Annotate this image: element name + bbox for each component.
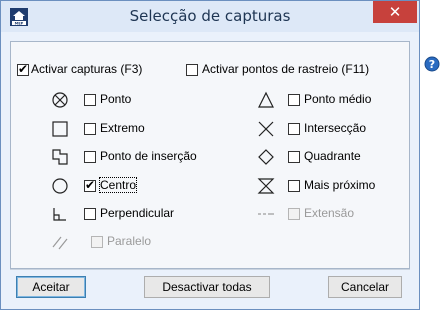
insertion-icon: [52, 149, 68, 165]
snap-endpoint-label[interactable]: Extremo: [100, 121, 145, 135]
snap-quadrant-label[interactable]: Quadrante: [304, 149, 361, 163]
snap-endpoint-checkbox[interactable]: [84, 123, 96, 135]
svg-text:?: ?: [429, 58, 435, 71]
snap-center-checkbox[interactable]: ✔: [84, 178, 96, 192]
close-button[interactable]: ✕: [373, 1, 417, 23]
snap-midpoint-label[interactable]: Ponto médio: [304, 92, 371, 106]
snap-extension-checkbox: [288, 208, 300, 220]
check-mark-icon: ✔: [18, 62, 29, 76]
button-bar: Aceitar Desactivar todas Cancelar: [10, 269, 410, 302]
parallel-icon: [52, 236, 68, 250]
midpoint-icon: [258, 91, 274, 108]
snap-point-checkbox[interactable]: [84, 94, 96, 106]
snap-intersection-label[interactable]: Intersecção: [304, 121, 366, 135]
snap-perpendicular-label[interactable]: Perpendicular: [100, 206, 174, 220]
title-bar[interactable]: MEP Selecção de capturas ✕: [1, 1, 419, 32]
endpoint-icon: [52, 121, 68, 137]
snap-parallel-label: Paralelo: [107, 234, 152, 248]
snap-nearest-label[interactable]: Mais próximo: [304, 178, 375, 192]
snap-extension-label: Extensão: [304, 206, 355, 220]
enable-tracking-label[interactable]: Activar pontos de rastreio (F11): [202, 62, 369, 76]
snap-nearest-checkbox[interactable]: [288, 180, 300, 192]
cancel-button[interactable]: Cancelar: [328, 276, 402, 298]
snap-center-label[interactable]: Centro: [98, 177, 138, 193]
snap-quadrant-checkbox[interactable]: [288, 151, 300, 163]
extension-icon: [258, 213, 274, 215]
snap-parallel-checkbox: [91, 236, 103, 248]
point-icon: [52, 92, 68, 108]
nearest-icon: [257, 178, 275, 194]
dialog-title: Selecção de capturas: [129, 7, 291, 25]
deactivate-all-button[interactable]: Desactivar todas: [144, 276, 270, 298]
enable-tracking-checkbox[interactable]: [186, 64, 198, 76]
snap-point-label[interactable]: Ponto: [100, 92, 131, 106]
help-icon[interactable]: ?: [424, 56, 440, 72]
center-icon: [52, 178, 68, 194]
quadrant-icon: [258, 149, 274, 165]
snap-perpendicular-checkbox[interactable]: [84, 208, 96, 220]
intersection-icon: [258, 121, 274, 137]
perpendicular-icon: [53, 208, 66, 221]
snap-options-panel: ✔ Activar capturas (F3) Activar pontos d…: [10, 41, 410, 269]
check-mark-icon: ✔: [85, 178, 96, 192]
snap-insertion-checkbox[interactable]: [84, 151, 96, 163]
snap-selection-dialog: MEP Selecção de capturas ✕ ✔ Activar cap…: [0, 0, 420, 310]
snap-insertion-label[interactable]: Ponto de inserção: [100, 149, 197, 163]
snap-midpoint-checkbox[interactable]: [288, 94, 300, 106]
accept-button[interactable]: Aceitar: [16, 276, 86, 298]
enable-snaps-label[interactable]: Activar capturas (F3): [31, 62, 142, 76]
enable-snaps-checkbox[interactable]: ✔: [17, 62, 29, 76]
snap-intersection-checkbox[interactable]: [288, 123, 300, 135]
